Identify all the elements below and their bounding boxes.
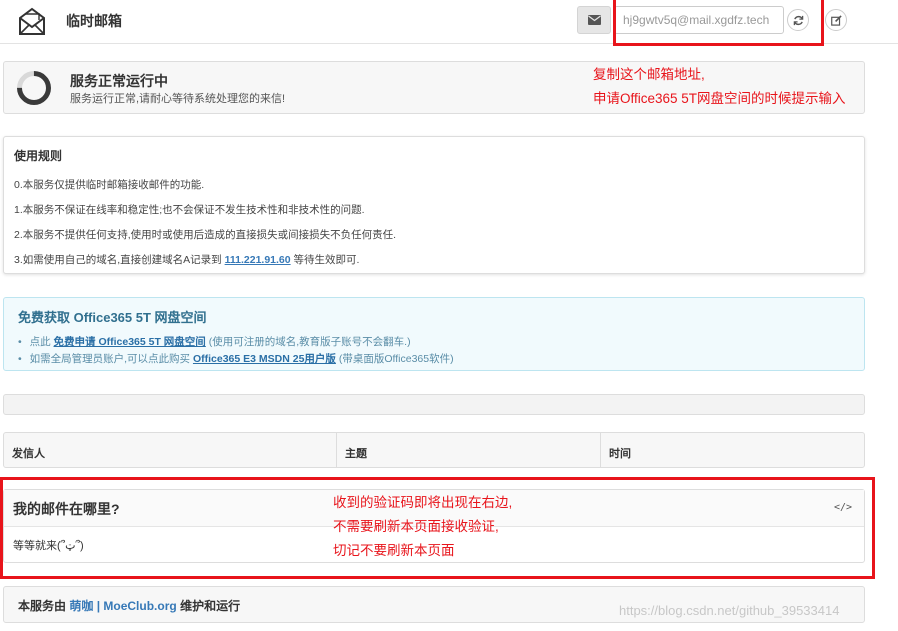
empty-progress-bar <box>3 394 865 415</box>
office-item: • 点此 免费申请 Office365 5T 网盘空间 (使用可注册的域名,教育… <box>18 336 411 348</box>
office-item: • 如需全局管理员账户,可以点此购买 Office365 E3 MSDN 25用… <box>18 353 454 365</box>
moeclub-link[interactable]: 萌咖 | MoeClub.org <box>69 599 176 613</box>
edit-icon <box>831 15 842 26</box>
office-title: 免费获取 Office365 5T 网盘空间 <box>18 310 207 325</box>
loading-spinner-icon <box>9 63 59 113</box>
ip-address-link[interactable]: 111.221.91.60 <box>225 254 291 266</box>
mail-logo-icon <box>19 7 45 35</box>
rule-item: 1.本服务不保证在线率和稳定性;也不会保证不发生技术性和非技术性的问题. <box>14 204 365 216</box>
rule-item: 2.本服务不提供任何支持,使用时或使用后造成的直接损失或间接损失不负任何责任. <box>14 229 397 241</box>
status-description: 服务运行正常,请耐心等待系统处理您的来信! <box>70 93 286 105</box>
buy-office365-e3-link[interactable]: Office365 E3 MSDN 25用户版 <box>193 353 336 365</box>
column-subject[interactable]: 主题 <box>337 433 601 467</box>
rule-item: 0.本服务仅提供临时邮箱接收邮件的功能. <box>14 179 205 191</box>
rule-item: 3.如需使用自己的域名,直接创建域名A记录到 111.221.91.60 等待生… <box>14 254 360 266</box>
annotation-copy-email: 复制这个邮箱地址, 申请Office365 5T网盘空间的时候提示输入 <box>593 67 846 106</box>
edit-button[interactable] <box>825 9 847 31</box>
usage-rules-panel: 使用规则 0.本服务仅提供临时邮箱接收邮件的功能. 1.本服务不保证在线率和稳定… <box>3 136 865 274</box>
status-title: 服务正常运行中 <box>70 73 168 89</box>
email-highlight-box <box>613 0 824 46</box>
app-title: 临时邮箱 <box>66 13 122 29</box>
csdn-watermark: https://blog.csdn.net/github_39533414 <box>619 603 840 618</box>
rules-title: 使用规则 <box>14 149 63 163</box>
column-sender[interactable]: 发信人 <box>4 433 337 467</box>
mail-table-header: 发信人 主题 时间 <box>3 432 865 468</box>
office365-promo-panel: 免费获取 Office365 5T 网盘空间 • 点此 免费申请 Office3… <box>3 297 865 371</box>
envelope-icon <box>588 15 601 25</box>
column-time[interactable]: 时间 <box>601 433 864 467</box>
mail-button[interactable] <box>577 6 611 34</box>
annotation-verification-code: 收到的验证码即将出现在右边, 不需要刷新本页面接收验证, 切记不要刷新本页面 <box>333 495 513 558</box>
apply-office365-link[interactable]: 免费申请 Office365 5T 网盘空间 <box>54 336 206 348</box>
